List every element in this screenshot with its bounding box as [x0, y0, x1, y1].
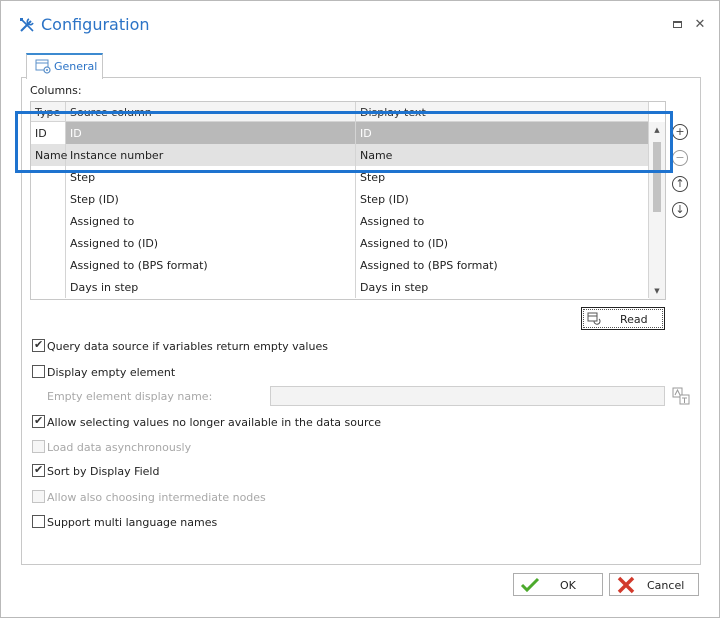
- load-async-label: Load data asynchronously: [47, 441, 192, 454]
- read-button[interactable]: Read: [581, 307, 665, 330]
- table-row[interactable]: Step (ID) Step (ID): [31, 188, 649, 210]
- empty-name-input[interactable]: [271, 387, 664, 405]
- add-column-button[interactable]: +: [672, 124, 688, 140]
- table-row[interactable]: Assigned to (BPS format) Assigned to (BP…: [31, 254, 649, 276]
- cell-display: Days in step: [356, 276, 649, 298]
- cell-source: Days in step: [66, 276, 356, 298]
- empty-name-field[interactable]: [270, 386, 665, 406]
- cell-type: [31, 232, 66, 254]
- cell-display: Assigned to: [356, 210, 649, 232]
- scroll-up-icon[interactable]: ▲: [652, 125, 662, 135]
- cell-display: ID: [356, 122, 649, 144]
- columns-grid: Type Source column Display text ID ID ID…: [30, 101, 666, 300]
- move-up-icon: ↑: [675, 177, 685, 190]
- window-title: Configuration: [41, 15, 150, 34]
- move-up-button[interactable]: ↑: [672, 176, 688, 192]
- cell-source: Step (ID): [66, 188, 356, 210]
- settings-panel-icon: [35, 59, 51, 74]
- tab-general[interactable]: General: [26, 53, 103, 79]
- allow-unavailable-label: Allow selecting values no longer availab…: [47, 416, 382, 429]
- table-row[interactable]: Assigned to Assigned to: [31, 210, 649, 232]
- table-row[interactable]: Name Instance number Name: [31, 144, 649, 166]
- cell-display: Name: [356, 144, 649, 166]
- remove-column-button[interactable]: −: [672, 150, 688, 166]
- maximize-button[interactable]: [672, 19, 684, 31]
- title-bar: Configuration ✕: [1, 1, 719, 49]
- cell-display: Assigned to (ID): [356, 232, 649, 254]
- query-empty-label: Query data source if variables return em…: [47, 340, 328, 353]
- column-header-type[interactable]: Type: [31, 102, 66, 122]
- cell-type: [31, 254, 66, 276]
- cell-type: ID: [31, 122, 66, 144]
- cell-display: Assigned to (BPS format): [356, 254, 649, 276]
- close-icon: ✕: [694, 17, 706, 32]
- cell-source: Step: [66, 166, 356, 188]
- load-async-checkbox[interactable]: [32, 440, 45, 453]
- cell-source: Assigned to: [66, 210, 356, 232]
- cancel-x-icon: [617, 576, 635, 594]
- cancel-button-label: Cancel: [647, 579, 685, 592]
- read-icon: [587, 312, 601, 325]
- close-button[interactable]: ✕: [694, 17, 706, 32]
- display-empty-checkbox[interactable]: [32, 365, 45, 378]
- cell-source: Assigned to (BPS format): [66, 254, 356, 276]
- read-button-label: Read: [620, 313, 648, 326]
- translate-icon[interactable]: [672, 387, 690, 405]
- table-row[interactable]: ID ID ID: [31, 122, 649, 144]
- add-icon: +: [675, 125, 685, 138]
- sort-display-checkbox[interactable]: ✔: [32, 463, 45, 477]
- scroll-down-icon[interactable]: ▼: [652, 286, 662, 296]
- check-icon: ✔: [34, 338, 44, 351]
- move-down-icon: ↓: [675, 203, 685, 216]
- allow-unavailable-checkbox[interactable]: ✔: [32, 414, 45, 428]
- cell-source: Instance number: [66, 144, 356, 166]
- table-row[interactable]: Step Step: [31, 166, 649, 188]
- table-row[interactable]: Days in step Days in step: [31, 276, 649, 298]
- cell-display: Step: [356, 166, 649, 188]
- configuration-dialog: Configuration ✕ General Columns: Type So…: [0, 0, 720, 618]
- grid-header: Type Source column Display text: [31, 102, 649, 122]
- sort-display-label: Sort by Display Field: [47, 465, 160, 478]
- cell-source: Assigned to (ID): [66, 232, 356, 254]
- maximize-icon: [673, 21, 682, 28]
- multi-language-checkbox[interactable]: [32, 515, 45, 528]
- move-down-button[interactable]: ↓: [672, 202, 688, 218]
- grid-scrollbar[interactable]: ▲ ▼: [649, 122, 665, 299]
- ok-button[interactable]: OK: [513, 573, 603, 596]
- cancel-button[interactable]: Cancel: [609, 573, 699, 596]
- tab-general-label: General: [54, 60, 98, 73]
- cell-type: [31, 166, 66, 188]
- display-empty-label: Display empty element: [47, 366, 176, 379]
- columns-label: Columns:: [30, 84, 82, 97]
- cell-type: Name: [31, 144, 67, 166]
- column-header-source[interactable]: Source column: [66, 102, 356, 122]
- intermediate-checkbox[interactable]: [32, 490, 45, 503]
- query-empty-checkbox[interactable]: ✔: [32, 338, 45, 352]
- column-header-display[interactable]: Display text: [356, 102, 649, 122]
- tools-icon: [20, 18, 34, 32]
- cell-type: [31, 276, 66, 298]
- cell-display: Step (ID): [356, 188, 649, 210]
- empty-name-label: Empty element display name:: [47, 390, 213, 403]
- cell-type: [31, 188, 66, 210]
- cell-type: [31, 210, 66, 232]
- check-icon: ✔: [34, 414, 44, 427]
- table-row[interactable]: Assigned to (ID) Assigned to (ID): [31, 232, 649, 254]
- scroll-thumb[interactable]: [653, 142, 661, 212]
- check-icon: ✔: [34, 463, 44, 476]
- ok-button-label: OK: [560, 579, 576, 592]
- remove-icon: −: [675, 151, 685, 164]
- check-icon: [520, 577, 540, 593]
- cell-source: ID: [66, 122, 356, 144]
- intermediate-label: Allow also choosing intermediate nodes: [47, 491, 266, 504]
- multi-language-label: Support multi language names: [47, 516, 218, 529]
